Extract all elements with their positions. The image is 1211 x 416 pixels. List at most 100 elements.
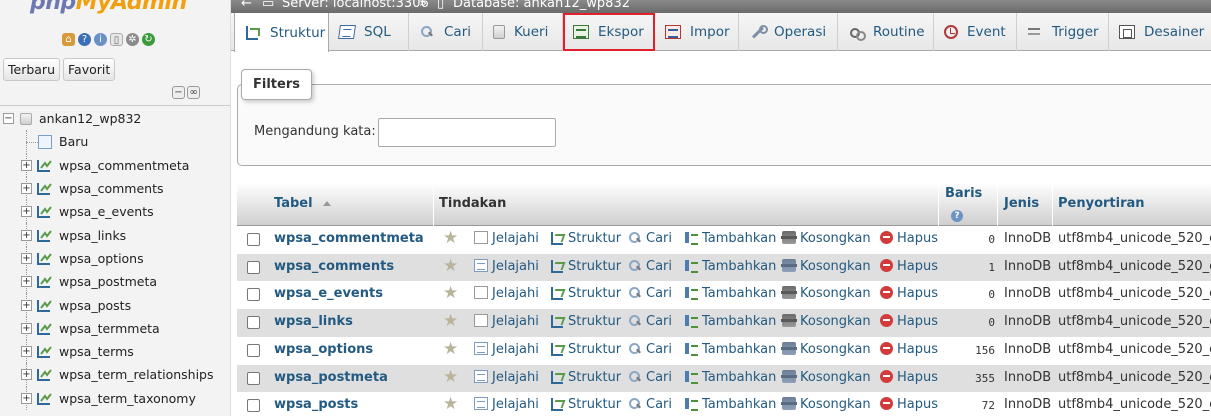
favorite-star-icon[interactable]: ★ — [443, 339, 458, 359]
tree-database-label[interactable]: ankan12_wp832 — [39, 111, 141, 126]
drop-action[interactable]: Hapus — [880, 341, 938, 357]
tree-table-row[interactable]: + wpsa_posts — [0, 293, 230, 317]
refresh-icon[interactable]: ↻ — [142, 33, 155, 46]
expand-table-icon[interactable]: + — [21, 299, 32, 311]
tree-table-label[interactable]: wpsa_posts — [59, 298, 131, 313]
insert-action[interactable]: Tambahkan — [684, 231, 776, 246]
table-name-link[interactable]: wpsa_links — [274, 314, 353, 329]
header-type[interactable]: Jenis — [1004, 196, 1039, 211]
search-action[interactable]: Cari — [628, 342, 672, 357]
tree-table-row[interactable]: + wpsa_term_relationships — [0, 363, 230, 387]
drop-action[interactable]: Hapus — [880, 286, 938, 301]
browse-action[interactable]: Jelajahi — [474, 258, 539, 274]
empty-action[interactable]: Kosongkan — [781, 341, 871, 357]
tree-table-label[interactable]: wpsa_term_relationships — [59, 367, 214, 382]
link-with-main-icon[interactable]: ∞ — [187, 86, 200, 99]
structure-action[interactable]: Struktur — [550, 259, 621, 274]
structure-action[interactable]: Struktur — [550, 397, 621, 412]
tree-new-table-label[interactable]: Baru — [59, 134, 88, 149]
expand-table-icon[interactable]: + — [21, 159, 32, 171]
tree-table-row[interactable]: + wpsa_termmeta — [0, 316, 230, 340]
expand-table-icon[interactable]: + — [21, 346, 32, 358]
structure-action[interactable]: Struktur — [550, 231, 621, 246]
table-name-link[interactable]: wpsa_options — [274, 342, 373, 357]
tree-table-label[interactable]: wpsa_links — [59, 228, 126, 243]
tree-table-row[interactable]: + wpsa_options — [0, 246, 230, 271]
browse-action[interactable]: Jelajahi — [474, 286, 539, 301]
empty-action[interactable]: Kosongkan — [781, 397, 871, 412]
expand-table-icon[interactable]: + — [21, 229, 32, 241]
favorite-star-icon[interactable]: ★ — [443, 228, 458, 248]
empty-action[interactable]: Kosongkan — [781, 286, 871, 301]
breadcrumb-server[interactable]: Server: localhost:3306 — [282, 0, 429, 11]
browse-action[interactable]: Jelajahi — [474, 341, 539, 357]
tab-operations[interactable]: Operasi — [739, 13, 838, 51]
documentation-icon[interactable]: ▯ — [110, 33, 123, 46]
tree-table-row[interactable]: + wpsa_links — [0, 223, 230, 247]
tree-table-row[interactable]: + wpsa_terms — [0, 339, 230, 364]
home-icon[interactable]: ⌂ — [62, 33, 75, 46]
table-name-link[interactable]: wpsa_e_events — [274, 286, 383, 301]
header-collation[interactable]: Penyortiran — [1058, 196, 1145, 211]
table-name-link[interactable]: wpsa_commentmeta — [274, 231, 424, 246]
tab-routines[interactable]: Routine — [838, 13, 934, 51]
browse-action[interactable]: Jelajahi — [474, 369, 539, 385]
expand-table-icon[interactable]: + — [21, 206, 32, 218]
tree-table-row[interactable]: + wpsa_e_events — [0, 200, 230, 224]
drop-action[interactable]: Hapus — [880, 258, 938, 274]
tree-table-label[interactable]: wpsa_termmeta — [59, 321, 160, 336]
header-table[interactable]: Tabel — [274, 196, 331, 211]
breadcrumb-database[interactable]: Database: ankan12_wp832 — [453, 0, 630, 11]
structure-action[interactable]: Struktur — [550, 342, 621, 357]
tree-table-label[interactable]: wpsa_postmeta — [59, 274, 157, 289]
favorite-star-icon[interactable]: ★ — [443, 256, 458, 276]
browse-action[interactable]: Jelajahi — [474, 397, 539, 412]
row-checkbox[interactable] — [247, 260, 260, 274]
table-name-link[interactable]: wpsa_posts — [274, 397, 358, 412]
collapse-all-icon[interactable]: − — [172, 86, 185, 99]
favorite-star-icon[interactable]: ★ — [443, 283, 458, 303]
tree-table-row[interactable]: + wpsa_postmeta — [0, 270, 230, 294]
insert-action[interactable]: Tambahkan — [684, 370, 776, 385]
tree-table-label[interactable]: wpsa_commentmeta — [59, 158, 189, 173]
tab-triggers[interactable]: Trigger — [1017, 13, 1109, 51]
row-checkbox[interactable] — [247, 343, 260, 357]
browse-action[interactable]: Jelajahi — [474, 314, 539, 329]
row-checkbox[interactable] — [247, 316, 260, 330]
drop-action[interactable]: Hapus — [880, 314, 938, 329]
insert-action[interactable]: Tambahkan — [684, 314, 776, 329]
tab-events[interactable]: Event — [934, 13, 1017, 51]
browse-action[interactable]: Jelajahi — [474, 231, 539, 246]
tree-table-label[interactable]: wpsa_comments — [59, 181, 163, 196]
tab-export[interactable]: Ekspor — [563, 13, 655, 51]
tab-query[interactable]: Kueri — [483, 13, 563, 51]
tree-table-row[interactable]: + wpsa_commentmeta — [0, 153, 230, 177]
search-action[interactable]: Cari — [628, 397, 672, 412]
insert-action[interactable]: Tambahkan — [684, 342, 776, 357]
empty-action[interactable]: Kosongkan — [781, 369, 871, 385]
tree-database-row[interactable]: − ankan12_wp832 — [0, 107, 230, 130]
row-checkbox[interactable] — [247, 399, 260, 413]
expand-table-icon[interactable]: + — [21, 322, 32, 334]
tab-import[interactable]: Impor — [655, 13, 739, 51]
expand-table-icon[interactable]: + — [21, 252, 32, 264]
structure-action[interactable]: Struktur — [550, 370, 621, 385]
search-action[interactable]: Cari — [628, 370, 672, 385]
tree-table-label[interactable]: wpsa_terms — [59, 344, 134, 359]
help-icon[interactable]: ? — [78, 33, 91, 46]
tree-table-label[interactable]: wpsa_e_events — [59, 204, 154, 219]
expand-table-icon[interactable]: + — [21, 183, 32, 195]
header-rows[interactable]: Baris — [945, 186, 982, 201]
row-checkbox[interactable] — [247, 371, 260, 385]
table-name-link[interactable]: wpsa_comments — [274, 259, 394, 274]
favorite-star-icon[interactable]: ★ — [443, 311, 458, 331]
empty-action[interactable]: Kosongkan — [781, 314, 871, 329]
tab-structure[interactable]: Struktur — [234, 13, 329, 52]
expand-table-icon[interactable]: + — [21, 392, 32, 404]
drop-action[interactable]: Hapus — [880, 369, 938, 385]
search-action[interactable]: Cari — [628, 286, 672, 301]
expand-table-icon[interactable]: + — [21, 276, 32, 288]
row-checkbox[interactable] — [247, 233, 260, 246]
tree-table-label[interactable]: wpsa_options — [59, 251, 144, 266]
favorite-star-icon[interactable]: ★ — [443, 394, 458, 414]
